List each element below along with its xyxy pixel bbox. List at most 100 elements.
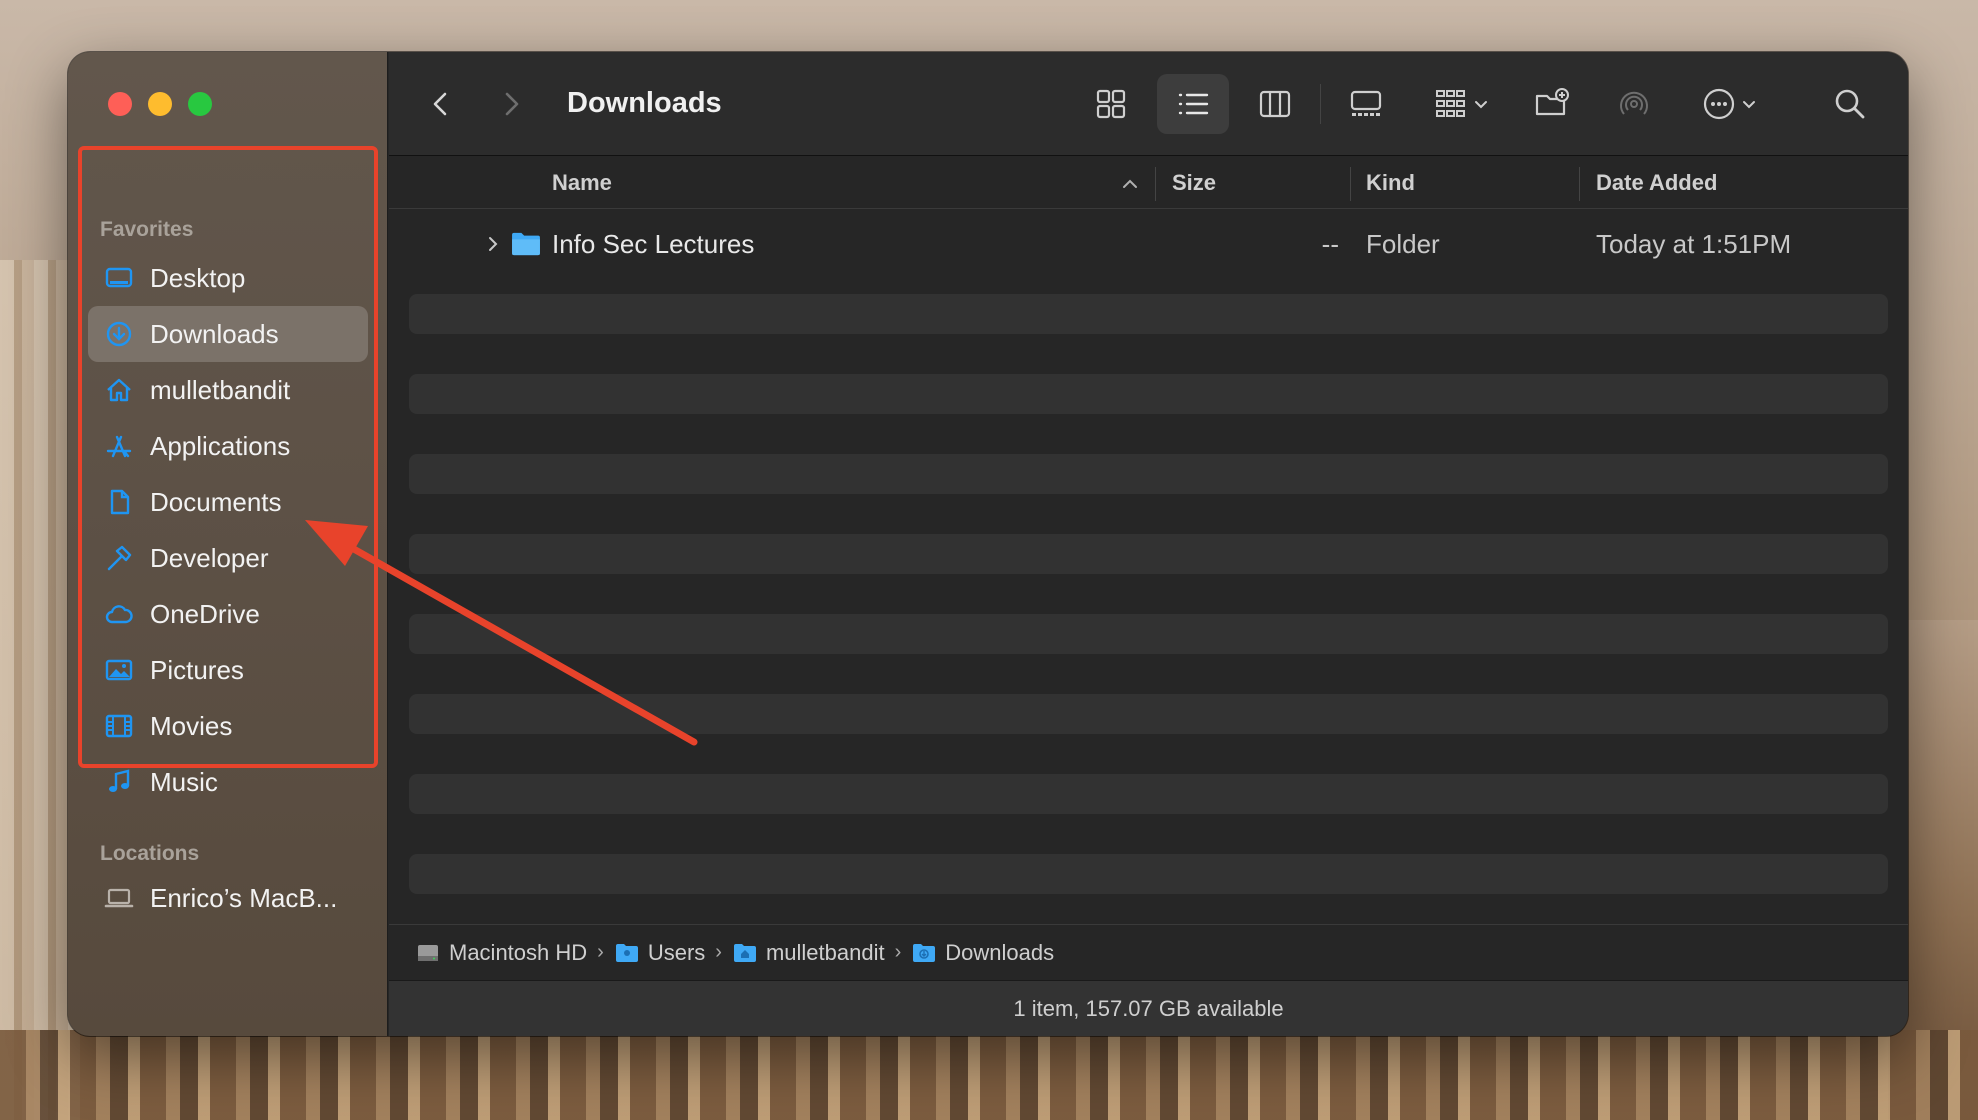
chevron-down-icon	[1743, 100, 1755, 108]
sidebar-item-pictures[interactable]: Pictures	[88, 642, 368, 698]
sidebar-item-label: Documents	[150, 486, 282, 517]
search-button[interactable]	[1814, 74, 1886, 134]
disclosure-triangle[interactable]	[485, 217, 501, 271]
sidebar-item-label: mulletbandit	[150, 374, 291, 405]
file-date-added: Today at 1:51PM	[1596, 228, 1792, 259]
toolbar: Downloads	[389, 52, 1908, 156]
icon-view-button[interactable]	[1075, 74, 1147, 134]
photo-icon	[102, 653, 136, 687]
sidebar-item-label: Pictures	[150, 654, 244, 685]
home-icon	[102, 373, 136, 407]
music-note-icon	[102, 765, 136, 799]
new-folder-button[interactable]	[1516, 74, 1588, 134]
maximize-button[interactable]	[188, 92, 212, 116]
home-folder-icon	[733, 943, 756, 962]
hard-drive-icon	[418, 944, 438, 961]
sidebar-item-label: Enrico’s MacB...	[150, 882, 338, 913]
path-bar: Macintosh HD › Users › mulletbandit › Do…	[389, 924, 1908, 980]
column-name-header[interactable]: Name	[552, 157, 612, 209]
breadcrumb-mulletbandit[interactable]: mulletbandit	[732, 940, 885, 966]
column-date-added-header[interactable]: Date Added	[1596, 157, 1717, 209]
sidebar-item-label: Downloads	[150, 318, 279, 349]
cloud-icon	[102, 597, 136, 631]
breadcrumb-users[interactable]: Users	[614, 940, 705, 966]
file-list-background	[409, 214, 1888, 994]
desktop-wallpaper-bottom	[0, 1030, 1978, 1120]
sidebar-item-label: Applications	[150, 430, 291, 461]
users-folder-icon	[615, 943, 638, 962]
folder-icon	[511, 217, 541, 271]
favorites-section-title: Favorites	[100, 218, 194, 241]
group-icon	[1436, 89, 1465, 117]
airdrop-button[interactable]	[1598, 74, 1670, 134]
sidebar-item-label: Movies	[150, 710, 233, 741]
sidebar-item-movies[interactable]: Movies	[88, 698, 368, 754]
sidebar: Favorites Desktop Downloads mulletbandit	[68, 52, 388, 1036]
group-button[interactable]	[1425, 74, 1497, 134]
new-folder-icon	[1535, 87, 1569, 115]
back-chevron-icon	[433, 92, 447, 115]
column-size-header[interactable]: Size	[1172, 157, 1216, 209]
sidebar-item-developer[interactable]: Developer	[88, 530, 368, 586]
sidebar-item-label: Developer	[150, 542, 269, 573]
applications-icon	[102, 429, 136, 463]
window-controls	[108, 92, 212, 116]
file-kind: Folder	[1366, 228, 1440, 259]
airdrop-icon	[1620, 91, 1648, 115]
breadcrumb-separator: ›	[715, 941, 722, 963]
locations-list: Enrico’s MacB...	[88, 870, 368, 926]
more-actions-button[interactable]	[1693, 74, 1765, 134]
back-button[interactable]	[413, 76, 469, 132]
sidebar-item-label: OneDrive	[150, 598, 260, 629]
main-pane: Downloads Name Size Kind Date Added Info…	[389, 52, 1908, 1036]
column-header: Name Size Kind Date Added	[389, 157, 1908, 209]
laptop-icon	[102, 881, 136, 915]
chevron-right-icon	[489, 237, 498, 251]
breadcrumb-separator: ›	[894, 941, 902, 963]
column-view-button[interactable]	[1239, 74, 1311, 134]
forward-button[interactable]	[483, 76, 539, 132]
sidebar-item-label: Music	[150, 766, 218, 797]
gallery-view-button[interactable]	[1330, 74, 1402, 134]
film-icon	[102, 709, 136, 743]
search-icon	[1835, 89, 1865, 118]
chevron-down-icon	[1475, 100, 1487, 108]
list-view-icon	[1178, 93, 1209, 114]
finder-window: Favorites Desktop Downloads mulletbandit	[68, 52, 1908, 1036]
hammer-icon	[102, 541, 136, 575]
sidebar-item-label: Desktop	[150, 262, 246, 293]
close-button[interactable]	[108, 92, 132, 116]
sidebar-item-desktop[interactable]: Desktop	[88, 250, 368, 306]
file-size: --	[1321, 228, 1339, 259]
list-view-button[interactable]	[1157, 73, 1229, 134]
breadcrumb-downloads[interactable]: Downloads	[911, 940, 1054, 966]
sidebar-item-macbook[interactable]: Enrico’s MacB...	[88, 870, 368, 926]
table-row[interactable]: Info Sec Lectures -- Folder Today at 1:5…	[389, 217, 1908, 271]
more-icon	[1703, 88, 1735, 119]
sidebar-item-music[interactable]: Music	[88, 754, 368, 810]
breadcrumb-separator: ›	[597, 941, 604, 963]
sidebar-item-downloads[interactable]: Downloads	[88, 306, 368, 362]
sidebar-item-documents[interactable]: Documents	[88, 474, 368, 530]
breadcrumb-macintosh-hd[interactable]: Macintosh HD	[415, 940, 587, 966]
sidebar-item-applications[interactable]: Applications	[88, 418, 368, 474]
column-kind-header[interactable]: Kind	[1366, 157, 1415, 209]
status-text: 1 item, 157.07 GB available	[1013, 995, 1284, 1021]
favorites-list: Desktop Downloads mulletbandit Applicati…	[88, 250, 368, 810]
document-icon	[102, 485, 136, 519]
icon-view-icon	[1096, 89, 1126, 118]
status-bar: 1 item, 157.07 GB available	[389, 980, 1908, 1036]
locations-section-title: Locations	[100, 842, 200, 865]
desktop-icon	[102, 261, 136, 295]
downloads-icon	[102, 317, 136, 351]
minimize-button[interactable]	[148, 92, 172, 116]
column-view-icon	[1259, 90, 1291, 117]
downloads-folder-icon	[913, 943, 936, 962]
sidebar-item-mulletbandit[interactable]: mulletbandit	[88, 362, 368, 418]
file-name: Info Sec Lectures	[552, 228, 755, 259]
forward-chevron-icon	[505, 92, 519, 115]
window-title: Downloads	[567, 87, 722, 119]
gallery-view-icon	[1350, 90, 1382, 116]
sort-ascending-icon	[1123, 179, 1137, 188]
sidebar-item-onedrive[interactable]: OneDrive	[88, 586, 368, 642]
